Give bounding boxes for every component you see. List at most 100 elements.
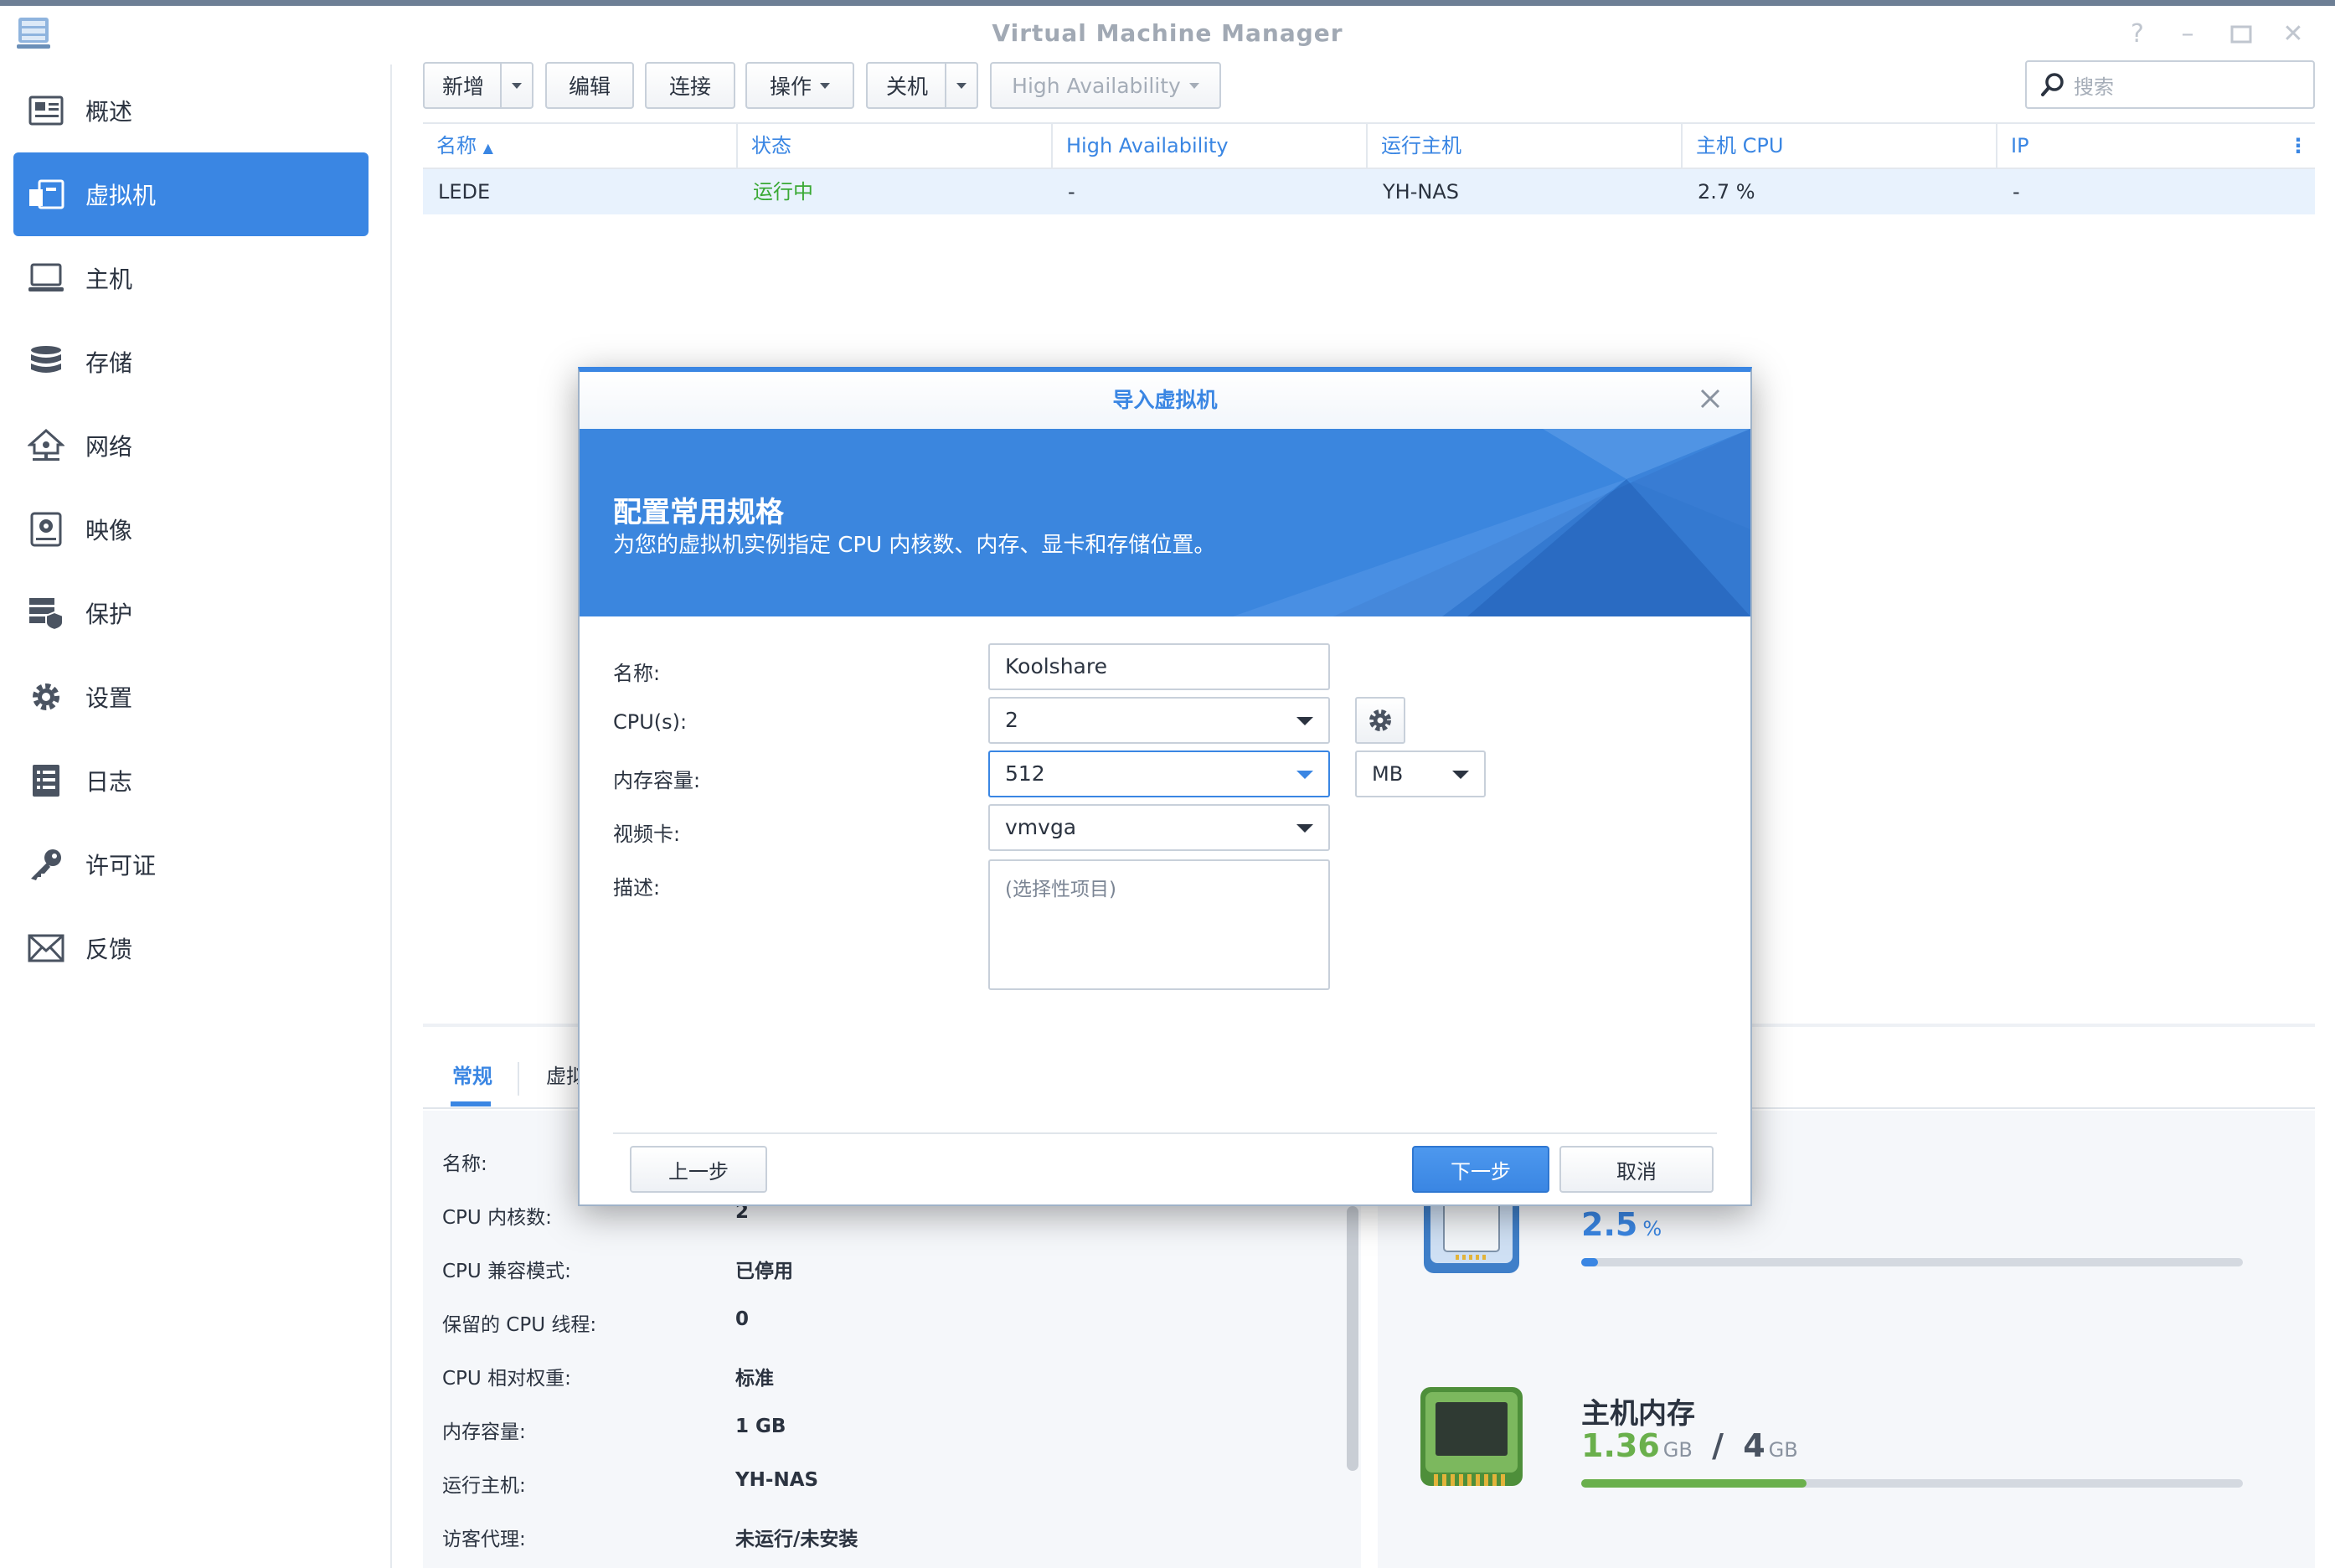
gear-icon bbox=[1369, 709, 1391, 731]
window-title: Virtual Machine Manager bbox=[992, 19, 1343, 47]
storage-icon bbox=[27, 343, 65, 381]
sidebar-item-label: 设置 bbox=[85, 684, 133, 712]
cell-name: LEDE bbox=[438, 180, 491, 204]
action-button-label: 操作 bbox=[769, 75, 812, 99]
banner-subtitle: 为您的虚拟机实例指定 CPU 内核数、内存、显卡和存储位置。 bbox=[613, 533, 1216, 558]
cpu-select[interactable]: 2 bbox=[988, 697, 1330, 744]
cell-cpu: 2.7 % bbox=[1698, 180, 1755, 204]
info-scrollbar[interactable] bbox=[1347, 1206, 1358, 1471]
sidebar-item-virtual-machine[interactable]: 虚拟机 bbox=[13, 152, 369, 236]
minimize-icon[interactable]: – bbox=[2169, 16, 2206, 53]
info-value-cpu-compat: 已停用 bbox=[735, 1261, 793, 1282]
maximize-icon[interactable] bbox=[2223, 16, 2260, 53]
tab-general[interactable]: 常规 bbox=[452, 1051, 492, 1101]
cell-host: YH-NAS bbox=[1383, 180, 1459, 204]
memory-unit-value: MB bbox=[1372, 762, 1404, 786]
tab-active-indicator bbox=[451, 1101, 491, 1106]
sidebar-item-settings[interactable]: 设置 bbox=[13, 655, 369, 739]
memory-stat-title: 主机内存 bbox=[1581, 1397, 1695, 1431]
sidebar-item-log[interactable]: 日志 bbox=[13, 739, 369, 823]
table-row[interactable]: LEDE 运行中 - YH-NAS 2.7 % - bbox=[423, 169, 2315, 214]
shutdown-button[interactable]: 关机 bbox=[866, 62, 946, 109]
import-vm-dialog: 导入虚拟机 配置常用规格 为您的虚拟机实例指定 CPU 内核数、内存、显卡和存储… bbox=[578, 367, 1752, 1206]
sidebar-item-label: 概述 bbox=[85, 98, 133, 126]
cpu-select-value: 2 bbox=[1005, 708, 1018, 732]
sidebar-item-network[interactable]: 网络 bbox=[13, 404, 369, 487]
cell-status: 运行中 bbox=[753, 180, 813, 204]
title-bar: Virtual Machine Manager ? – ✕ bbox=[0, 6, 2335, 64]
sidebar-item-label: 许可证 bbox=[85, 852, 157, 879]
sidebar-item-overview[interactable]: 概述 bbox=[13, 69, 369, 152]
sidebar-item-label: 网络 bbox=[85, 433, 133, 461]
memory-label: 内存容量: bbox=[613, 769, 701, 792]
cancel-button[interactable]: 取消 bbox=[1559, 1146, 1714, 1193]
sidebar-item-feedback[interactable]: 反馈 bbox=[13, 906, 369, 990]
description-textarea[interactable]: (选择性项目) bbox=[988, 859, 1330, 990]
host-icon bbox=[27, 259, 65, 297]
video-card-select[interactable]: vmvga bbox=[988, 804, 1330, 851]
license-icon bbox=[27, 845, 65, 884]
chevron-down-icon bbox=[1188, 82, 1199, 89]
info-label-reserved-threads: 保留的 CPU 线程: bbox=[442, 1314, 597, 1336]
shutdown-dropdown-button[interactable] bbox=[945, 62, 978, 109]
create-button[interactable]: 新增 bbox=[423, 62, 502, 109]
chevron-down-icon bbox=[1296, 771, 1313, 779]
sidebar-item-host[interactable]: 主机 bbox=[13, 236, 369, 320]
close-icon[interactable] bbox=[1695, 384, 1725, 414]
info-value-reserved-threads: 0 bbox=[735, 1308, 750, 1330]
sidebar-item-image[interactable]: 映像 bbox=[13, 487, 369, 571]
column-header-cpu[interactable]: 主机 CPU bbox=[1683, 124, 1997, 168]
info-value-host: YH-NAS bbox=[735, 1469, 819, 1491]
help-icon[interactable]: ? bbox=[2119, 16, 2156, 53]
name-field[interactable]: Koolshare bbox=[988, 643, 1330, 690]
dialog-footer-divider bbox=[613, 1132, 1717, 1134]
cpu-usage-bar bbox=[1581, 1258, 2243, 1266]
sidebar-item-label: 保护 bbox=[85, 601, 133, 628]
dialog-banner: 配置常用规格 为您的虚拟机实例指定 CPU 内核数、内存、显卡和存储位置。 bbox=[580, 429, 1750, 616]
tab-divider bbox=[518, 1062, 519, 1096]
column-header-name[interactable]: 名称 ▲ bbox=[423, 124, 738, 168]
create-dropdown-button[interactable] bbox=[500, 62, 533, 109]
edit-button[interactable]: 编辑 bbox=[545, 62, 634, 109]
video-card-label: 视频卡: bbox=[613, 823, 681, 846]
search-icon bbox=[2041, 73, 2064, 96]
memory-select[interactable]: 512 bbox=[988, 750, 1330, 797]
column-header-status[interactable]: 状态 bbox=[738, 124, 1053, 168]
previous-button[interactable]: 上一步 bbox=[630, 1146, 767, 1193]
high-availability-label: High Availability bbox=[1012, 73, 1181, 98]
info-label-host: 运行主机: bbox=[442, 1475, 526, 1497]
chevron-down-icon bbox=[1296, 717, 1313, 725]
memory-unit-select[interactable]: MB bbox=[1355, 750, 1486, 797]
chevron-down-icon bbox=[1296, 824, 1313, 833]
sidebar-item-label: 映像 bbox=[85, 517, 133, 544]
sidebar-item-protection[interactable]: 保护 bbox=[13, 571, 369, 655]
sidebar-item-label: 存储 bbox=[85, 349, 133, 377]
column-header-host[interactable]: 运行主机 bbox=[1368, 124, 1683, 168]
info-label-cpu-compat: CPU 兼容模式: bbox=[442, 1261, 571, 1282]
sidebar-item-license[interactable]: 许可证 bbox=[13, 823, 369, 906]
column-header-ip[interactable]: IP bbox=[1997, 124, 2291, 168]
memory-usage-value: 1.36 GB / 4 GB bbox=[1581, 1427, 1798, 1464]
info-label-guest-agent: 访客代理: bbox=[442, 1529, 526, 1550]
settings-icon bbox=[27, 678, 65, 716]
column-header-high-availability[interactable]: High Availability bbox=[1053, 124, 1368, 168]
chevron-down-icon bbox=[956, 82, 966, 89]
high-availability-button[interactable]: High Availability bbox=[990, 62, 1221, 109]
close-window-icon[interactable]: ✕ bbox=[2275, 16, 2312, 53]
column-menu-icon[interactable]: ⋮ bbox=[2288, 134, 2308, 157]
search-field[interactable]: 搜索 bbox=[2025, 60, 2315, 109]
cpu-settings-button[interactable] bbox=[1355, 697, 1405, 744]
cpu-label: CPU(s): bbox=[613, 710, 688, 734]
info-value-memory: 1 GB bbox=[735, 1416, 786, 1437]
action-button[interactable]: 操作 bbox=[745, 62, 854, 109]
next-button[interactable]: 下一步 bbox=[1412, 1146, 1549, 1193]
info-value-cpu-weight: 标准 bbox=[735, 1368, 774, 1390]
search-input[interactable]: 搜索 bbox=[2074, 70, 2114, 100]
name-label: 名称: bbox=[613, 662, 661, 685]
sidebar: 概述 虚拟机 主机 存储 网络 映像 保护 设置 日志 许可证 反馈 bbox=[0, 64, 392, 1568]
connect-button[interactable]: 连接 bbox=[645, 62, 735, 109]
memory-usage-bar-fill bbox=[1581, 1479, 1807, 1488]
sidebar-item-storage[interactable]: 存储 bbox=[13, 320, 369, 404]
sidebar-item-label: 反馈 bbox=[85, 936, 133, 963]
cell-high-availability: - bbox=[1068, 180, 1075, 204]
